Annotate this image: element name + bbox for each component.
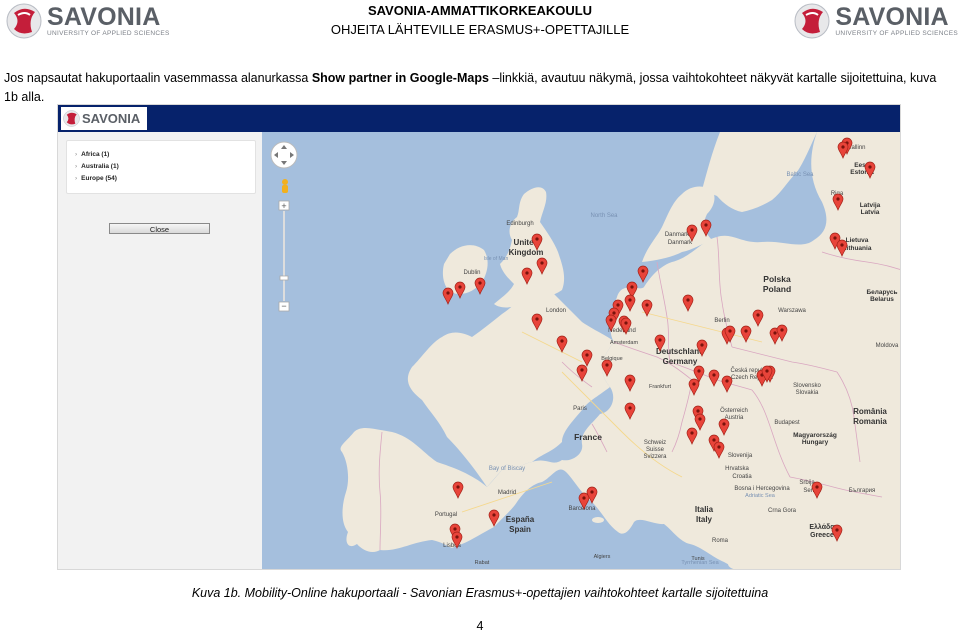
map-label: Romania	[853, 417, 887, 426]
map-label: Danmark	[668, 240, 693, 246]
expand-arrow-icon: ›	[75, 151, 78, 158]
map-label: Polska	[763, 274, 791, 284]
map-label: Hrvatska	[725, 466, 749, 472]
map-label: Edinburgh	[506, 221, 533, 227]
map-label: Tunis	[691, 556, 704, 562]
figure-caption: Kuva 1b. Mobility-Online hakuportaali - …	[191, 586, 769, 600]
map-label: Warszawa	[778, 308, 806, 314]
map-label: Schweiz	[644, 440, 666, 446]
map-label: Slovakia	[796, 390, 819, 396]
street-view-pegman-icon[interactable]	[282, 179, 288, 193]
portal-screenshot: SAVONIA › Africa (1) › Australia (1) › Euro…	[57, 104, 901, 570]
map-label: Moldova	[876, 343, 899, 349]
map-label: Danmark	[665, 232, 690, 238]
tree-item-label: Africa (1)	[81, 151, 110, 158]
map-label: Suisse	[646, 447, 665, 453]
map-label: Berlin	[714, 318, 729, 324]
paragraph-link-name: Show partner in Google-Maps	[311, 71, 489, 85]
tree-item-africa[interactable]: › Africa (1)	[75, 151, 109, 158]
map-label: Hungary	[802, 439, 829, 446]
map-label: Frankfurt	[649, 384, 671, 390]
map-label: Paris	[573, 406, 587, 412]
tree-item-label: Europe (54)	[81, 175, 117, 182]
map-label: Budapest	[774, 420, 800, 426]
map-label: London	[546, 308, 566, 314]
tree-item-australia[interactable]: › Australia (1)	[75, 163, 119, 170]
map-label: Isle of Man	[484, 256, 509, 262]
logo-subtitle: UNIVERSITY OF APPLIED SCIENCES	[835, 29, 958, 37]
map-label: Bay of Biscay	[489, 466, 525, 472]
map-label: North Sea	[590, 213, 618, 219]
svg-text:−: −	[281, 301, 286, 311]
map-label: Amsterdam	[610, 340, 639, 346]
map-label: Österreich	[720, 407, 748, 414]
portal-sidebar: › Africa (1) › Australia (1) › Europe (54) …	[58, 132, 262, 569]
map-label: Croatia	[732, 474, 752, 480]
paragraph-text-1: Jos napsautat hakuportaalin vasemmassa a…	[4, 71, 312, 85]
expand-arrow-icon: ›	[75, 163, 78, 170]
map-label: Dublin	[463, 270, 480, 276]
map-label: Baltic Sea	[786, 172, 814, 178]
map-label: Latvia	[861, 209, 880, 216]
savonia-shield-icon	[63, 110, 80, 127]
map-label: Slovensko	[793, 383, 821, 389]
map-label: Poland	[763, 284, 791, 294]
map-label: Adriatic Sea	[745, 493, 776, 499]
svg-text:+: +	[281, 201, 286, 211]
map-label: España	[506, 515, 535, 524]
tree-item-europe[interactable]: › Europe (54)	[75, 175, 117, 182]
map-label: Kingdom	[509, 248, 544, 257]
map-label: Magyarország	[793, 432, 837, 439]
map-label: România	[853, 407, 887, 416]
map-label: Roma	[712, 538, 729, 544]
page-number: 4	[476, 619, 484, 633]
map-label: Crna Gora	[768, 508, 797, 514]
savonia-shield-icon	[794, 3, 830, 39]
map-label: Belarus	[870, 296, 894, 303]
portal-header-bar: SAVONIA	[58, 105, 900, 132]
map-label: Germany	[663, 357, 698, 366]
tree-item-label: Australia (1)	[81, 163, 119, 170]
map-label: Slovenija	[728, 453, 753, 459]
map-label: Barcelona	[568, 506, 596, 512]
map-label: Svizzera	[643, 454, 667, 460]
portal-logo-wordmark: SAVONIA	[82, 111, 141, 126]
map-label: Lietuva	[846, 237, 869, 244]
map-label: Italia	[695, 505, 714, 514]
instruction-paragraph: Jos napsautat hakuportaalin vasemmassa a…	[4, 69, 950, 107]
map-label: Ελλάδα	[809, 523, 835, 531]
map-label: Spain	[509, 525, 531, 534]
expand-arrow-icon: ›	[75, 175, 78, 182]
map-pan-control[interactable]	[270, 141, 298, 169]
portal-logo: SAVONIA	[61, 107, 147, 130]
map-label: Greece	[810, 532, 834, 539]
map-label: България	[849, 488, 876, 494]
map-label: France	[574, 432, 602, 442]
map-label: Latvija	[860, 202, 881, 209]
map-label: Deutschland	[656, 347, 704, 356]
map-label: Madrid	[498, 490, 516, 496]
europe-map[interactable]: North SeaEdinburghUnitedKingdomDublinIsl…	[262, 132, 901, 570]
map-label: Rabat	[475, 560, 490, 566]
map-label: Italy	[696, 515, 713, 524]
close-button[interactable]: Close	[109, 223, 210, 234]
map-label: Portugal	[435, 512, 457, 518]
savonia-logo-right: SAVONIA UNIVERSITY OF APPLIED SCIENCES	[794, 2, 958, 40]
logo-wordmark: SAVONIA	[835, 2, 949, 31]
map-label: Беларусь	[867, 289, 898, 296]
region-tree: › Africa (1) › Australia (1) › Europe (54)	[66, 140, 256, 194]
map-label: Bosna i Hercegovina	[734, 486, 790, 492]
map-label: Algiers	[594, 554, 611, 560]
